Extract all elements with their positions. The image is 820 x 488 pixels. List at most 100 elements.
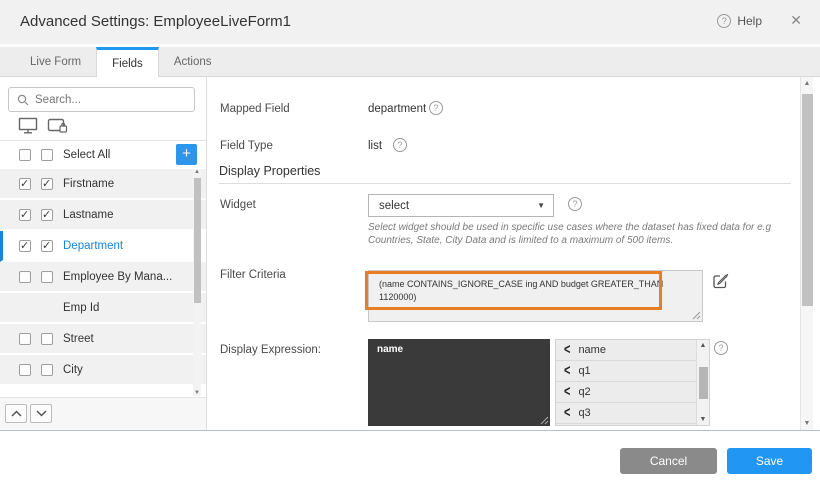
search-box[interactable] [8,87,195,112]
options-scrollbar[interactable]: ▲ ▼ [696,340,709,425]
filter-criteria-label: Filter Criteria [220,269,286,281]
sidebar-field-row[interactable]: Street [0,324,207,355]
scroll-up-icon[interactable]: ▲ [801,80,813,87]
expression-option-label: q3 [578,407,590,419]
add-field-button[interactable]: + [176,144,197,165]
expression-option-row[interactable]: < name [556,340,709,361]
resize-grip-icon[interactable] [540,416,549,425]
select-all-row[interactable]: Select All + [0,141,207,169]
expression-option-label: q2 [578,386,590,398]
widget-label: Widget [220,199,256,211]
search-icon [17,94,29,106]
sidebar-field-row[interactable]: Emp Id [0,293,207,324]
tab-live-form[interactable]: Live Form [15,47,96,77]
chevron-down-icon [36,410,47,417]
sidebar-scrollbar[interactable]: ▲ ▼ [193,169,201,396]
fields-sidebar: Select All + Firstname Lastname Departme… [0,77,207,430]
close-icon[interactable]: ✕ [790,12,802,29]
main-scroll-thumb[interactable] [802,94,813,306]
sidebar-scroll-thumb[interactable] [194,178,201,303]
field-reorder-row [0,397,206,430]
field-properties-panel: Mapped Field department ? Field Type lis… [207,77,800,430]
sidebar-field-row[interactable]: Firstname [0,169,207,200]
tab-fields[interactable]: Fields [96,47,159,78]
field-web-checkbox[interactable] [19,364,31,376]
save-button[interactable]: Save [727,448,812,474]
expression-option-label: name [578,344,606,356]
resize-grip-icon[interactable] [692,311,701,320]
help-icon: ? [717,14,731,28]
move-field-up-button[interactable] [5,404,27,423]
field-web-checkbox[interactable] [19,209,31,221]
advanced-settings-dialog: Advanced Settings: EmployeeLiveForm1 ? H… [0,0,820,488]
scroll-down-icon[interactable]: ▼ [697,416,709,423]
widget-select-value: select [379,200,409,212]
field-label: Department [63,240,123,252]
move-left-chevron-icon[interactable]: < [564,384,570,400]
display-expression-editor[interactable]: name [368,339,550,426]
dropdown-caret-icon: ▼ [537,201,545,210]
move-left-chevron-icon[interactable]: < [564,363,570,379]
field-web-checkbox[interactable] [19,271,31,283]
mapped-field-label: Mapped Field [220,103,290,115]
sidebar-field-row[interactable]: Employee By Mana... [0,262,207,293]
mobile-icon[interactable] [47,117,68,134]
cancel-button[interactable]: Cancel [620,448,717,474]
field-label: City [63,364,83,376]
mapped-field-value: department [368,103,426,115]
expression-options-panel: < name < q1 < q2 < q3 ▲ ▼ [555,339,710,426]
field-mobile-checkbox[interactable] [41,209,53,221]
field-mobile-checkbox[interactable] [41,240,53,252]
field-web-checkbox[interactable] [19,333,31,345]
move-left-chevron-icon[interactable]: < [564,405,570,421]
field-type-value: list [368,140,382,152]
expression-option-label: q1 [578,365,590,377]
dialog-title: Advanced Settings: EmployeeLiveForm1 [20,13,291,30]
display-expression-help-icon[interactable]: ? [714,341,728,355]
scroll-down-icon[interactable]: ▼ [193,390,201,396]
desktop-icon[interactable] [18,117,38,134]
display-expression-value: name [377,344,403,355]
tab-actions[interactable]: Actions [159,47,227,77]
edit-icon[interactable] [712,272,729,289]
widget-help-icon[interactable]: ? [568,197,582,211]
tab-bar: Live Form Fields Actions [0,47,820,77]
expression-option-row[interactable]: < q3 [556,403,709,424]
select-all-mobile-checkbox[interactable] [41,149,53,161]
expression-option-row[interactable]: < q2 [556,382,709,403]
move-field-down-button[interactable] [30,404,52,423]
field-mobile-checkbox[interactable] [41,271,53,283]
select-all-label: Select All [63,149,110,161]
options-scroll-thumb[interactable] [699,367,708,399]
expression-options: < name < q1 < q2 < q3 [556,340,709,424]
help-label: Help [737,14,762,28]
sidebar-field-row[interactable]: City [0,355,207,386]
scroll-up-icon[interactable]: ▲ [193,169,201,175]
device-toggle-row [18,117,68,134]
field-label: Street [63,333,94,345]
display-properties-heading: Display Properties [219,164,320,178]
mapped-field-help-icon[interactable]: ? [429,101,443,115]
expression-option-row[interactable]: < q1 [556,361,709,382]
field-web-checkbox[interactable] [19,240,31,252]
field-mobile-checkbox[interactable] [41,333,53,345]
chevron-up-icon [11,410,22,417]
field-web-checkbox[interactable] [19,178,31,190]
scroll-up-icon[interactable]: ▲ [697,342,709,349]
field-type-help-icon[interactable]: ? [393,138,407,152]
scroll-down-icon[interactable]: ▼ [801,420,813,427]
select-all-web-checkbox[interactable] [19,149,31,161]
sidebar-field-row[interactable]: Lastname [0,200,207,231]
widget-select[interactable]: select ▼ [368,194,554,217]
main-scrollbar[interactable]: ▲ ▼ [800,77,813,430]
field-mobile-checkbox[interactable] [41,178,53,190]
move-left-chevron-icon[interactable]: < [564,342,570,358]
dialog-footer: Cancel Save [0,430,820,488]
help-button[interactable]: ? Help [717,14,762,28]
widget-hint-text: Select widget should be used in specific… [368,221,800,247]
sidebar-field-row[interactable]: Department [0,231,207,262]
field-mobile-checkbox[interactable] [41,364,53,376]
display-expression-label: Display Expression: [220,344,321,356]
search-input[interactable] [35,94,175,106]
filter-criteria-textarea[interactable]: (name CONTAINS_IGNORE_CASE ing AND budge… [368,270,703,322]
